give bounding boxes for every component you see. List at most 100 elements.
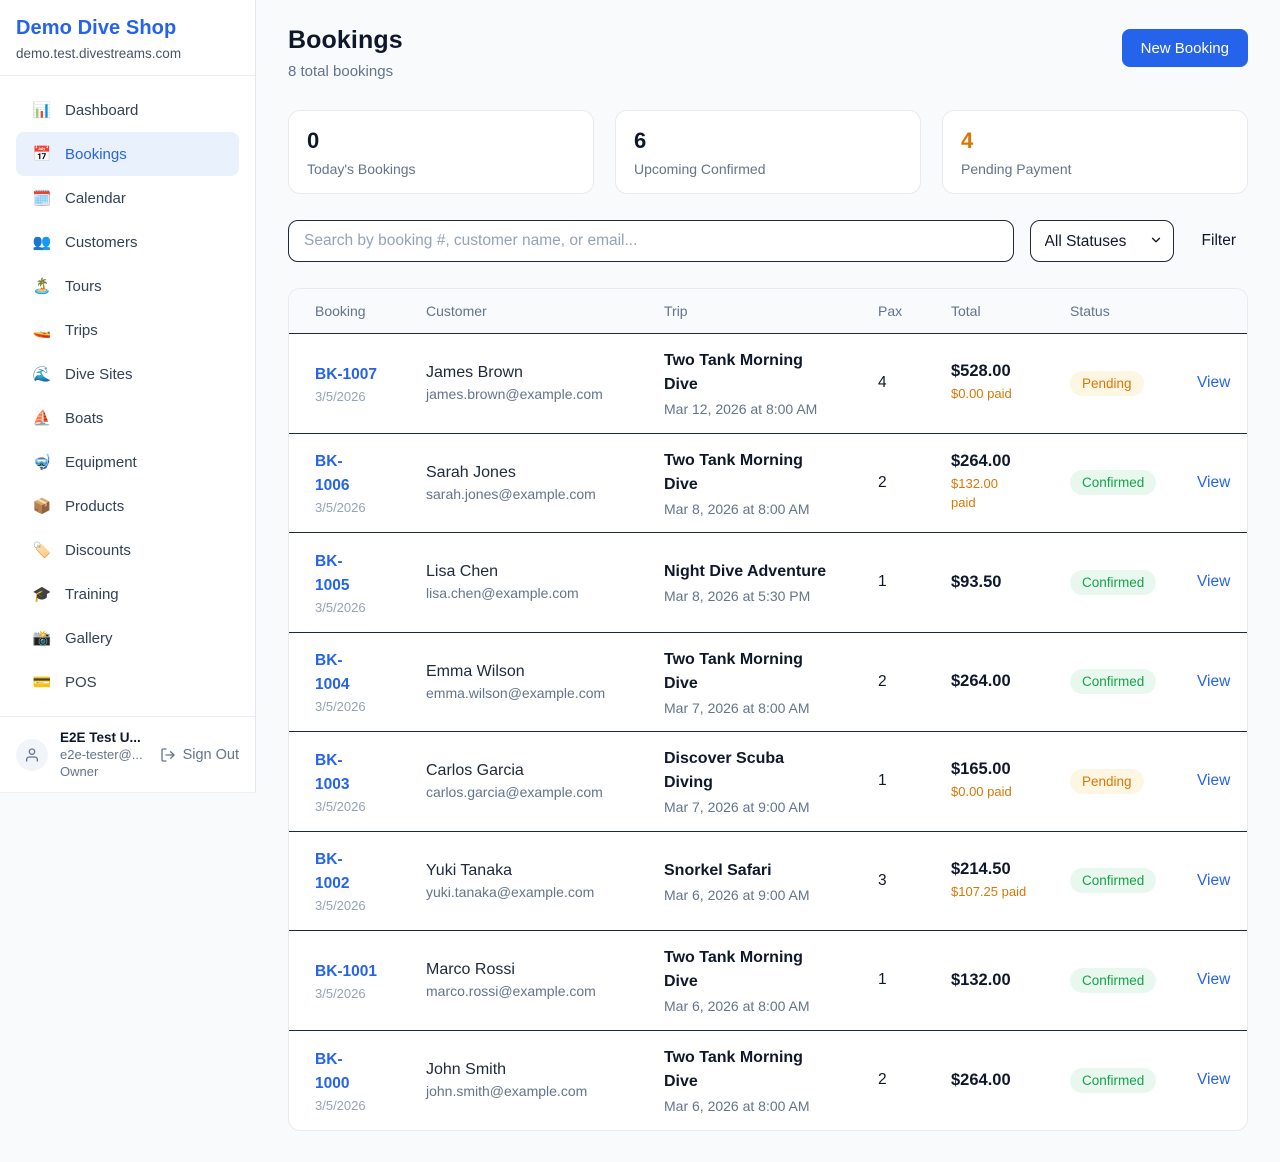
booking-id-link[interactable]: BK-1002	[315, 848, 426, 896]
customer-email: emma.wilson@example.com	[426, 685, 664, 701]
user-icon	[24, 747, 40, 763]
sidebar-item-bookings[interactable]: 📅 Bookings	[16, 132, 239, 176]
booking-id-link[interactable]: BK-1003	[315, 749, 426, 797]
stat-value: 6	[634, 128, 902, 154]
training-icon: 🎓	[32, 587, 52, 602]
booking-cell: BK-1006 3/5/2026	[315, 450, 426, 515]
col-header-status: Status	[1070, 303, 1197, 319]
stat-card: 6 Upcoming Confirmed	[615, 110, 921, 194]
total-amount: $264.00	[951, 452, 1070, 471]
sidebar-item-label: Gallery	[65, 630, 113, 647]
customer-cell: Emma Wilson emma.wilson@example.com	[426, 663, 664, 701]
shop-header: Demo Dive Shop demo.test.divestreams.com	[0, 0, 255, 76]
total-cell: $132.00	[951, 971, 1070, 990]
sidebar-item-label: POS	[65, 674, 97, 691]
booking-cell: BK-1007 3/5/2026	[315, 363, 426, 404]
booking-date: 3/5/2026	[315, 600, 426, 615]
trip-name: Two Tank MorningDive	[664, 349, 878, 397]
table-row: BK-1004 3/5/2026 Emma Wilson emma.wilson…	[289, 633, 1247, 733]
total-amount: $132.00	[951, 971, 1070, 990]
paid-amount: $0.00 paid	[951, 385, 1070, 404]
user-footer: E2E Test U... e2e-tester@... Owner Sign …	[0, 716, 255, 792]
customer-cell: James Brown james.brown@example.com	[426, 364, 664, 402]
booking-cell: BK-1000 3/5/2026	[315, 1048, 426, 1113]
status-badge: Pending	[1070, 371, 1144, 396]
view-link[interactable]: View	[1197, 573, 1230, 591]
stat-card: 4 Pending Payment	[942, 110, 1248, 194]
filter-button[interactable]: Filter	[1190, 232, 1248, 250]
sidebar-item-customers[interactable]: 👥 Customers	[16, 220, 239, 264]
booking-cell: BK-1003 3/5/2026	[315, 749, 426, 814]
booking-id-link[interactable]: BK-1000	[315, 1048, 426, 1096]
booking-id-link[interactable]: BK-1006	[315, 450, 426, 498]
col-header-total: Total	[951, 303, 1070, 319]
sidebar-item-trips[interactable]: 🚤 Trips	[16, 308, 239, 352]
sidebar-item-dashboard[interactable]: 📊 Dashboard	[16, 88, 239, 132]
trip-name: Two Tank MorningDive	[664, 1046, 878, 1094]
status-select[interactable]: All Statuses	[1030, 220, 1174, 262]
app-root: Demo Dive Shop demo.test.divestreams.com…	[0, 0, 1280, 1131]
customer-cell: Yuki Tanaka yuki.tanaka@example.com	[426, 862, 664, 900]
user-email: e2e-tester@...	[60, 747, 148, 762]
table-header-row: Booking Customer Trip Pax Total Status	[289, 289, 1247, 334]
sidebar-item-label: Trips	[65, 322, 98, 339]
actions-cell: View	[1197, 573, 1231, 591]
table-body: BK-1007 3/5/2026 James Brown james.brown…	[289, 334, 1247, 1130]
trips-icon: 🚤	[32, 323, 52, 338]
trip-cell: Two Tank MorningDive Mar 8, 2026 at 8:00…	[664, 449, 878, 517]
customer-name: Yuki Tanaka	[426, 862, 664, 880]
view-link[interactable]: View	[1197, 1071, 1230, 1089]
view-link[interactable]: View	[1197, 971, 1230, 989]
sign-out-icon	[160, 747, 176, 763]
booking-cell: BK-1004 3/5/2026	[315, 649, 426, 714]
customer-name: Lisa Chen	[426, 563, 664, 581]
status-select-wrap: All Statuses	[1030, 220, 1174, 262]
sidebar-item-dive-sites[interactable]: 🌊 Dive Sites	[16, 352, 239, 396]
customer-name: James Brown	[426, 364, 664, 382]
trip-cell: Night Dive Adventure Mar 8, 2026 at 5:30…	[664, 560, 878, 604]
view-link[interactable]: View	[1197, 474, 1230, 492]
sidebar-item-training[interactable]: 🎓 Training	[16, 572, 239, 616]
sidebar-item-gallery[interactable]: 📸 Gallery	[16, 616, 239, 660]
booking-id-link[interactable]: BK-1004	[315, 649, 426, 697]
booking-id-link[interactable]: BK-1007	[315, 363, 426, 387]
total-cell: $264.00	[951, 1071, 1070, 1090]
view-link[interactable]: View	[1197, 872, 1230, 890]
customer-cell: Sarah Jones sarah.jones@example.com	[426, 464, 664, 502]
sidebar-item-calendar[interactable]: 🗓️ Calendar	[16, 176, 239, 220]
pax-cell: 4	[878, 374, 951, 392]
total-cell: $93.50	[951, 573, 1070, 592]
calendar-icon: 🗓️	[32, 191, 52, 206]
view-link[interactable]: View	[1197, 374, 1230, 392]
sidebar-item-discounts[interactable]: 🏷️ Discounts	[16, 528, 239, 572]
sidebar-item-label: Equipment	[65, 454, 137, 471]
booking-id-link[interactable]: BK-1005	[315, 550, 426, 598]
status-cell: Confirmed	[1070, 968, 1197, 993]
sign-out-button[interactable]: Sign Out	[160, 747, 239, 763]
pax-cell: 3	[878, 872, 951, 890]
booking-date: 3/5/2026	[315, 986, 426, 1001]
status-badge: Confirmed	[1070, 470, 1156, 495]
sidebar-item-tours[interactable]: 🏝️ Tours	[16, 264, 239, 308]
booking-cell: BK-1005 3/5/2026	[315, 550, 426, 615]
sidebar-item-pos[interactable]: 💳 POS	[16, 660, 239, 704]
new-booking-button[interactable]: New Booking	[1122, 29, 1248, 67]
booking-id-link[interactable]: BK-1001	[315, 960, 426, 984]
actions-cell: View	[1197, 1071, 1231, 1089]
sidebar-item-label: Discounts	[65, 542, 131, 559]
total-amount: $93.50	[951, 573, 1070, 592]
boats-icon: ⛵	[32, 411, 52, 426]
sidebar-item-boats[interactable]: ⛵ Boats	[16, 396, 239, 440]
search-input[interactable]	[288, 220, 1014, 262]
trip-cell: Two Tank MorningDive Mar 7, 2026 at 8:00…	[664, 648, 878, 716]
products-icon: 📦	[32, 499, 52, 514]
trip-name: Night Dive Adventure	[664, 560, 878, 584]
paid-amount: $132.00paid	[951, 475, 1070, 513]
avatar	[16, 739, 48, 771]
sidebar-item-equipment[interactable]: 🤿 Equipment	[16, 440, 239, 484]
view-link[interactable]: View	[1197, 772, 1230, 790]
pos-icon: 💳	[32, 675, 52, 690]
customer-email: sarah.jones@example.com	[426, 486, 664, 502]
view-link[interactable]: View	[1197, 673, 1230, 691]
sidebar-item-products[interactable]: 📦 Products	[16, 484, 239, 528]
